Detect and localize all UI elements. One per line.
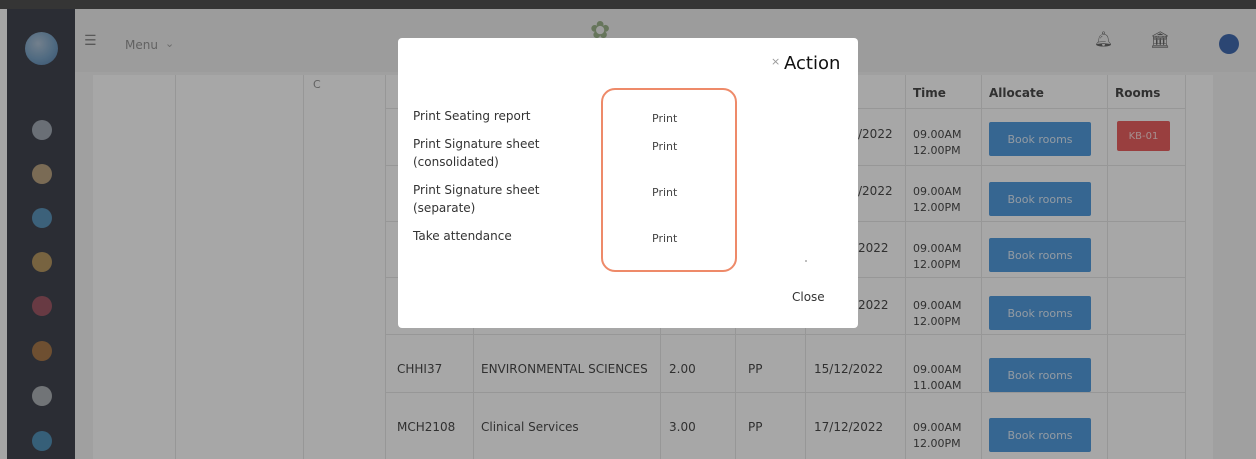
take-attendance-print-button[interactable]: Print [652, 232, 677, 245]
page: ☰ Menu ⌄ ✿ 🔔︎ 🏛︎ C Time Allocate Rooms /… [0, 0, 1256, 459]
print-signature-separate-button[interactable]: Print [652, 186, 677, 199]
close-button[interactable]: Close [792, 290, 825, 304]
print-seating-report-button[interactable]: Print [652, 112, 677, 125]
close-icon[interactable]: × [771, 55, 780, 68]
modal-title: Action [784, 53, 841, 74]
action-label-take-attendance: Take attendance [413, 229, 512, 243]
print-signature-consolidated-button[interactable]: Print [652, 140, 677, 153]
action-label-signature-separate: Print Signature sheet (separate) [413, 183, 540, 215]
action-label-signature-consolidated: Print Signature sheet (consolidated) [413, 137, 540, 169]
modal-dot [805, 260, 807, 262]
sidebar-dim [7, 9, 75, 459]
action-label-seating-report: Print Seating report [413, 109, 531, 123]
